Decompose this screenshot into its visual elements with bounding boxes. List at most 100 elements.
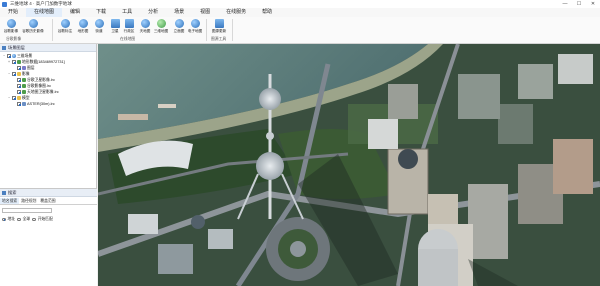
close-button[interactable]: ✕ — [586, 0, 600, 8]
history-globe-icon — [28, 19, 38, 28]
menu-online-service[interactable]: 在线服务 — [218, 8, 254, 17]
collapse-icon[interactable]: − — [2, 54, 6, 58]
expand-icon[interactable]: + — [7, 60, 11, 64]
street-icon — [94, 19, 104, 28]
menu-help[interactable]: 帮助 — [254, 8, 280, 17]
menu-tools[interactable]: 工具 — [114, 8, 140, 17]
folder-icon — [16, 72, 21, 76]
tab-coverage[interactable]: 覆盖范围 — [38, 198, 57, 204]
collapse-icon[interactable]: − — [7, 96, 11, 100]
tree-node-label: ASTER(30m).lrc — [27, 102, 55, 106]
layer-tree: − 三维场景 + 地形数据[183469972731] 图层 − 影像 谷歌卫星… — [0, 52, 96, 107]
electronic-map-button[interactable]: 电子地图 — [186, 18, 204, 35]
electronic-map-icon — [190, 19, 200, 28]
image-icon — [21, 78, 26, 82]
title-bar: 三维地球 4 · 高户门加数字地球 — ☐ ✕ — [0, 0, 600, 8]
search-panel-header: 搜索 — [0, 189, 97, 197]
tab-route-planning[interactable]: 路径规划 — [19, 198, 38, 204]
group-label-google: 谷歌影像 — [6, 37, 22, 41]
layers-panel-title: 场景图层 — [8, 44, 25, 50]
menu-view[interactable]: 视图 — [192, 8, 218, 17]
label-globe-icon — [60, 19, 70, 28]
tree-node-label: 影像 — [22, 71, 30, 76]
expand-icon[interactable] — [12, 102, 16, 106]
image-icon — [21, 90, 26, 94]
3d-map-button[interactable]: 三维地图 — [152, 18, 170, 35]
window-controls: — ☐ ✕ — [558, 0, 600, 8]
tianditu-icon — [140, 19, 150, 28]
source-update-button[interactable]: 图源更新 — [210, 18, 228, 35]
layer-checkbox[interactable] — [12, 96, 16, 100]
image-icon — [16, 60, 21, 64]
ribbon-divider — [206, 19, 207, 41]
tree-node-label: 谷歌影像图.lrc — [27, 83, 52, 88]
menu-scene[interactable]: 场景 — [166, 8, 192, 17]
folder-icon — [16, 96, 21, 100]
satellite-imagery — [98, 44, 600, 286]
layers-icon — [2, 45, 6, 50]
search-tabs: 地名搜索 路径规划 覆盖范围 — [0, 198, 97, 205]
layers-panel-header: 场景图层 — [0, 44, 96, 52]
option-start-match-label: 开始匹配 — [37, 217, 53, 221]
layer-icon — [21, 66, 26, 70]
ribbon-toolbar: 谷歌影像 谷歌历史影像 谷歌影像 谷歌标注 地形图 街道 卫星 行政区 天地图 … — [0, 17, 600, 44]
option-address-radio[interactable] — [2, 217, 6, 222]
dom-icon — [21, 102, 26, 106]
map-view[interactable] — [98, 44, 600, 286]
group-label-online-map: 在线地图 — [120, 37, 136, 41]
option-global-label: 全球 — [22, 217, 31, 221]
refresh-icon — [214, 19, 224, 28]
tree-node-label: 天地图卫星影像.lrc — [27, 89, 59, 94]
menu-analysis[interactable]: 分析 — [140, 8, 166, 17]
app-icon — [2, 1, 7, 7]
layer-checkbox[interactable] — [17, 78, 21, 82]
ribbon-divider — [232, 19, 233, 41]
collapse-icon[interactable]: − — [7, 72, 11, 76]
tree-node-label: 模型 — [22, 95, 30, 100]
satellite-icon — [110, 19, 120, 28]
tree-node-label: 图层 — [27, 65, 35, 70]
option-global-radio[interactable] — [17, 217, 21, 222]
expand-icon[interactable] — [12, 66, 16, 70]
minimize-button[interactable]: — — [558, 0, 572, 8]
layer-checkbox[interactable] — [17, 90, 21, 94]
menu-edit[interactable]: 编辑 — [62, 8, 88, 17]
tree-node[interactable]: ASTER(30m).lrc — [2, 101, 96, 107]
expand-icon[interactable] — [12, 78, 16, 82]
layer-checkbox[interactable] — [12, 60, 16, 64]
menu-start[interactable]: 开始 — [0, 8, 26, 17]
layer-checkbox[interactable] — [17, 84, 21, 88]
layer-checkbox[interactable] — [17, 102, 21, 106]
group-label-source-tools: 图源工具 — [211, 37, 227, 41]
globe-icon — [11, 54, 16, 58]
layer-checkbox[interactable] — [17, 66, 21, 70]
expand-icon[interactable] — [12, 84, 16, 88]
google-history-imagery-button[interactable]: 谷歌历史影像 — [22, 18, 44, 35]
window-title: 三维地球 4 · 高户门加数字地球 — [10, 1, 72, 6]
search-panel: 搜索 地名搜索 路径规划 覆盖范围 地址 全球 开始匹配 — [0, 188, 97, 286]
option-address-label: 地址 — [7, 217, 16, 221]
expand-icon[interactable] — [12, 90, 16, 94]
search-icon — [2, 190, 6, 195]
search-input[interactable] — [2, 208, 52, 213]
tree-node-label: 谷歌卫星影像.lrc — [27, 77, 55, 82]
layer-checkbox[interactable] — [7, 54, 11, 58]
tree-node-label: 地形数据[183469972731] — [22, 59, 65, 64]
option-start-match-radio[interactable] — [32, 217, 36, 222]
menu-online-map[interactable]: 在线地图 — [26, 8, 63, 17]
menu-bar: 开始 在线地图 编辑 下载 工具 分析 场景 视图 在线服务 帮助 — [0, 8, 600, 17]
globe-icon — [6, 19, 16, 28]
layer-checkbox[interactable] — [12, 72, 16, 76]
region-icon — [124, 19, 134, 28]
terrain-icon — [78, 19, 88, 28]
ribbon-divider — [52, 19, 53, 41]
search-row — [0, 207, 97, 214]
google-label-button[interactable]: 谷歌标注 — [56, 18, 74, 35]
tab-place-search[interactable]: 地名搜索 — [0, 198, 20, 204]
google-imagery-button[interactable]: 谷歌影像 — [2, 18, 20, 35]
3d-map-icon — [156, 19, 166, 28]
search-panel-title: 搜索 — [8, 189, 17, 195]
menu-download[interactable]: 下载 — [88, 8, 114, 17]
search-options: 地址 全球 开始匹配 — [0, 216, 97, 223]
maximize-button[interactable]: ☐ — [572, 0, 586, 8]
